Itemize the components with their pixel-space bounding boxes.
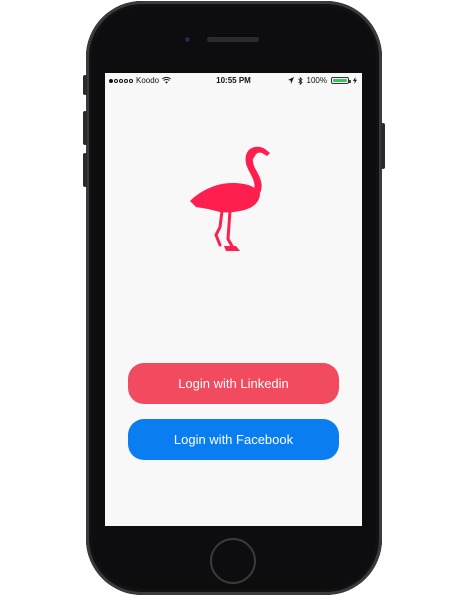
- login-linkedin-button[interactable]: Login with Linkedin: [128, 363, 339, 404]
- login-facebook-button[interactable]: Login with Facebook: [128, 419, 339, 460]
- home-button[interactable]: [210, 538, 256, 584]
- power-button: [381, 123, 385, 169]
- volume-up-button: [83, 111, 87, 145]
- mute-switch: [83, 75, 87, 95]
- app-screen: Koodo 10:55 PM 100% Login with Linkedin …: [105, 73, 362, 526]
- battery-percent: 100%: [306, 76, 327, 85]
- phone-frame: Koodo 10:55 PM 100% Login with Linkedin …: [83, 1, 385, 595]
- flamingo-icon: [190, 146, 270, 251]
- volume-down-button: [83, 153, 87, 187]
- status-bar: Koodo 10:55 PM 100%: [105, 73, 362, 89]
- status-right-group: 100%: [287, 76, 357, 85]
- charging-bolt-icon: [353, 77, 357, 84]
- front-camera: [183, 35, 192, 44]
- earpiece-speaker: [207, 37, 259, 42]
- location-arrow-icon: [287, 77, 294, 84]
- bluetooth-icon: [297, 76, 303, 85]
- battery-icon: [331, 77, 351, 84]
